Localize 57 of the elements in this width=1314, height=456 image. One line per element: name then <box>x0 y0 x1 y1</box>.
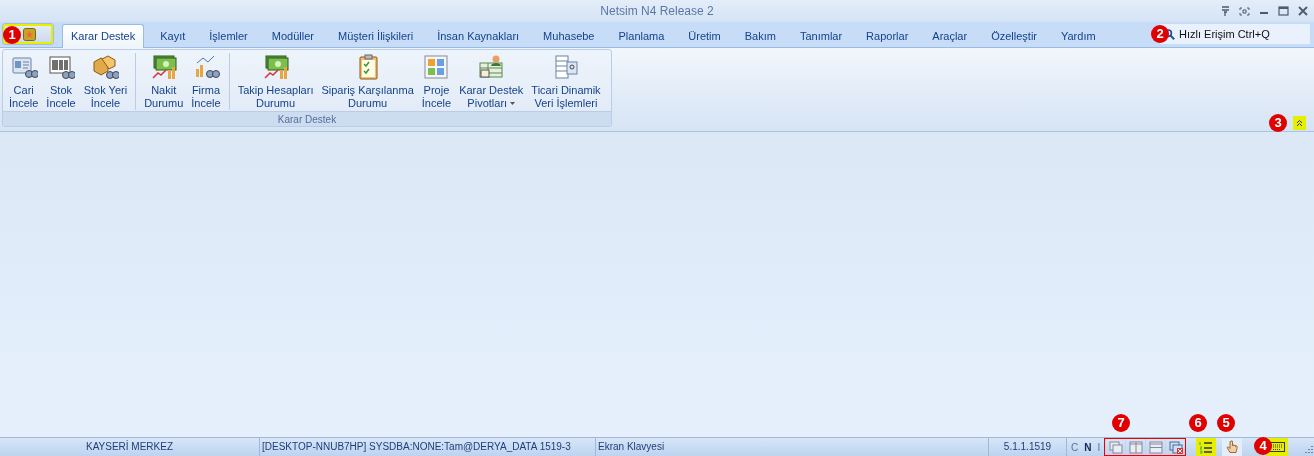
hand-pointer-button[interactable] <box>1222 438 1243 456</box>
ribbon-tab[interactable]: İnsan Kaynakları <box>429 25 528 47</box>
ribbon-button[interactable]: Cari İncele <box>5 53 43 110</box>
ribbon-tab[interactable]: Müşteri İlişkileri <box>330 25 422 47</box>
tile-vertical-icon <box>1128 440 1143 454</box>
barcode-binoculars-icon <box>47 53 76 81</box>
caret-icon <box>510 102 516 105</box>
ribbon-button[interactable]: Proje İncele <box>417 53 456 110</box>
connection-status: [DESKTOP-NNUB7HP] SYSDBA:NONE:Tam@DERYA_DATA 1519-3 <box>260 438 596 456</box>
keyboard-status: Ekran Klavyesi <box>596 438 989 456</box>
keyboard-icon <box>1269 442 1286 452</box>
ribbon-tab[interactable]: Tanımlar <box>791 25 851 47</box>
window-layout-button[interactable] <box>1165 439 1186 455</box>
ribbon-tab[interactable]: Planlama <box>610 25 673 47</box>
ribbon-tab[interactable]: Üretim <box>680 25 729 47</box>
hand-pointer-icon <box>1226 440 1239 454</box>
ribbon-button[interactable]: Nakit Durumu <box>135 53 188 110</box>
boxes-binoculars-icon <box>91 53 120 81</box>
table-person-icon <box>477 53 506 81</box>
ribbon-tab[interactable]: Yardım <box>1053 25 1104 47</box>
ribbon-tab[interactable]: Özelleştir <box>983 25 1045 47</box>
ribbon-button[interactable]: Karar Destek Pivotları <box>455 53 528 110</box>
maximize-icon[interactable] <box>1278 6 1289 16</box>
ribbon-group-label: Karar Destek <box>277 112 337 127</box>
ribbon-tab[interactable]: Karar Destek <box>62 24 145 48</box>
colored-grid-icon <box>422 53 451 81</box>
collapse-ribbon-button[interactable] <box>1293 116 1306 130</box>
cascade-windows-icon <box>1108 440 1123 454</box>
ribbon-tab[interactable]: Araçlar <box>924 25 976 47</box>
numbered-list-button[interactable] <box>1196 438 1217 456</box>
ribbon-tab[interactable]: Modüller <box>263 25 322 47</box>
restore-layout-icon[interactable] <box>1239 6 1250 16</box>
ribbon-tab[interactable]: Raporlar <box>858 25 917 47</box>
close-all-windows-icon <box>1168 440 1183 454</box>
window-layout-button[interactable] <box>1145 439 1166 455</box>
ribbon-button[interactable]: Stok Yeri İncele <box>79 53 132 110</box>
chevron-up-icon <box>1296 119 1303 127</box>
ribbon-button[interactable]: Sipariş Karşılanma Durumu <box>317 53 418 110</box>
ribbon-button[interactable]: Firma İncele <box>187 53 225 110</box>
app-logo-icon <box>23 27 36 41</box>
version-status: 5.1.1.1519 <box>989 438 1067 456</box>
close-icon[interactable] <box>1298 6 1308 16</box>
ribbon-tab[interactable]: İşlemler <box>201 25 256 47</box>
branch-status: KAYSERİ MERKEZ <box>0 438 260 456</box>
ribbon-button[interactable]: Stok İncele <box>42 53 80 110</box>
ribbon-button[interactable]: Ticari Dinamik Veri İşlemleri <box>527 53 605 110</box>
numbered-list-icon <box>1199 440 1214 454</box>
tile-horizontal-icon <box>1148 440 1163 454</box>
ribbon-button[interactable]: Takip Hesapları Durumu <box>228 53 318 110</box>
lock-indicator: I <box>1097 440 1101 455</box>
lock-indicator: C <box>1071 440 1079 455</box>
pin-icon[interactable] <box>1221 6 1230 16</box>
lock-indicator: N <box>1084 440 1092 455</box>
ribbon-tab[interactable]: Kayıt <box>152 25 194 47</box>
ribbon-tab[interactable]: Bakım <box>736 25 784 47</box>
ribbon-tab[interactable]: Muhasebe <box>535 25 603 47</box>
window-title: Netsim N4 Release 2 <box>600 3 714 20</box>
